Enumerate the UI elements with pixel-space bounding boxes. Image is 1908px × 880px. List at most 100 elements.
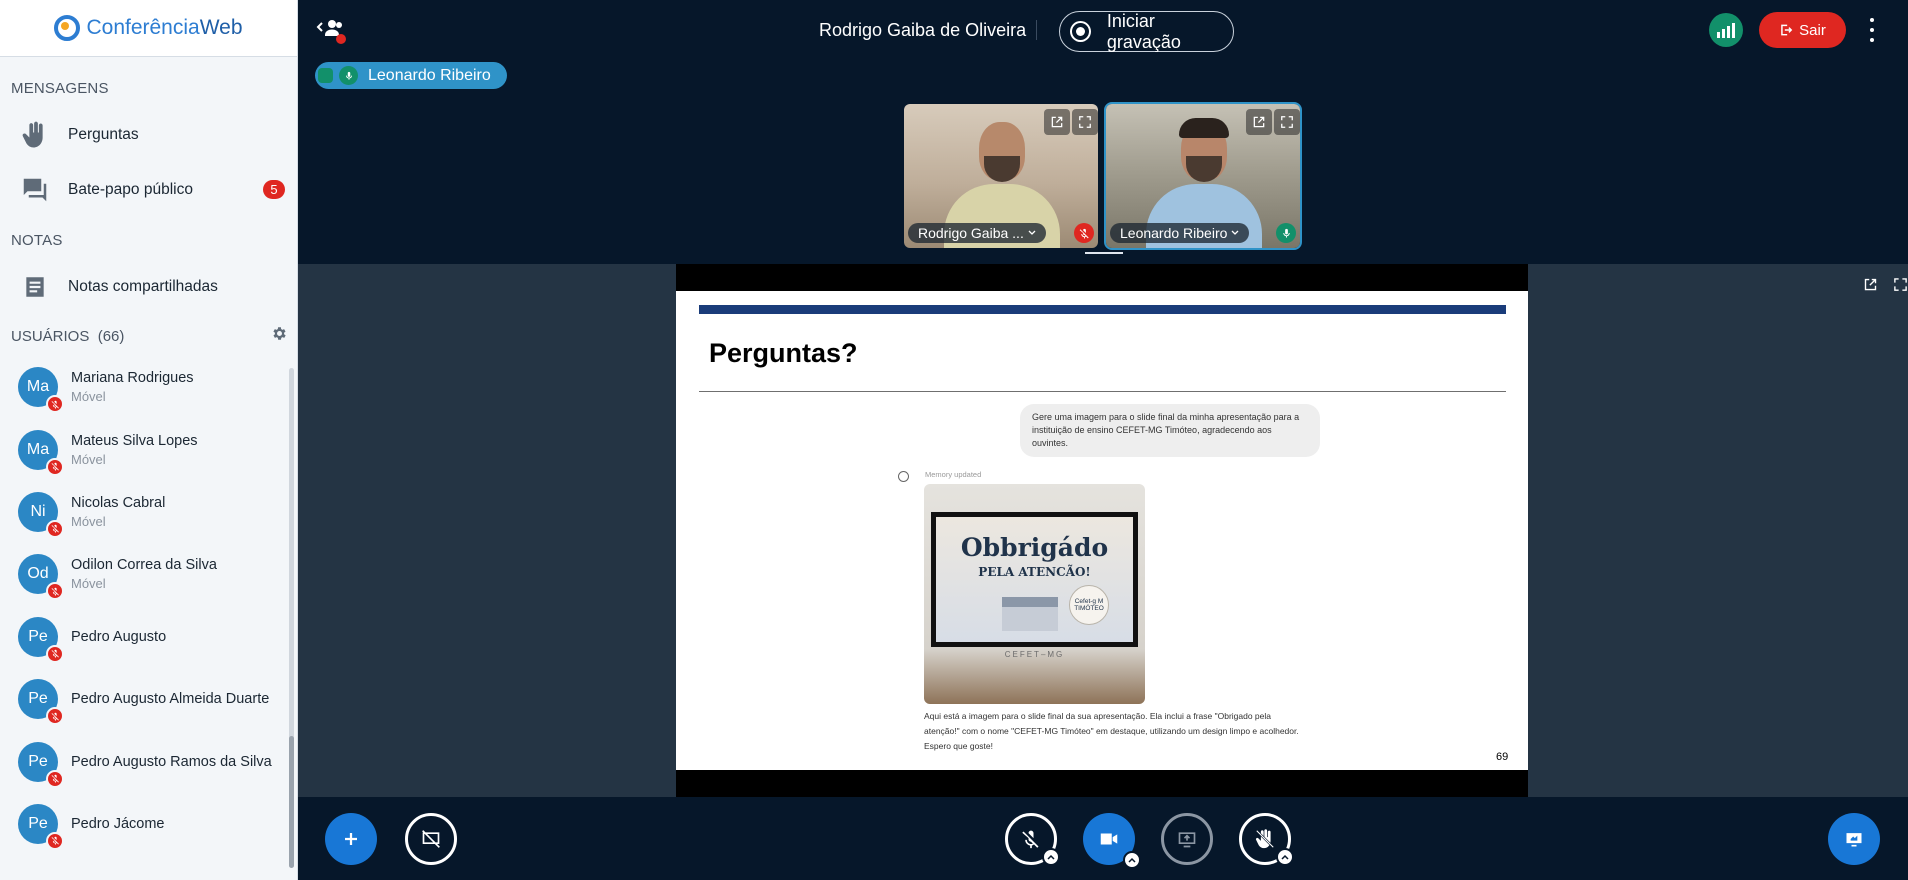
image-subtitle: PELA ATENCÃO! <box>978 565 1091 579</box>
user-list-item[interactable]: Ma Mariana Rodrigues Móvel <box>0 356 297 418</box>
fullscreen-icon <box>1281 116 1293 128</box>
share-screen-button[interactable] <box>1161 813 1213 865</box>
chevron-down-icon <box>1028 230 1036 235</box>
raise-hand-button[interactable] <box>1239 813 1294 866</box>
gear-icon[interactable] <box>271 325 288 347</box>
fullscreen-icon <box>1079 116 1091 128</box>
user-list-item[interactable]: Od Odilon Correa da Silva Móvel <box>0 543 297 605</box>
exit-button[interactable]: Sair <box>1759 12 1846 48</box>
video-camera-icon <box>1100 833 1118 845</box>
image-frame: Obbrigádo PELA ATENCÃO! Cefet-g M TIMÓTE… <box>931 512 1138 647</box>
chevron-up-icon[interactable] <box>1123 851 1141 869</box>
video-user-label[interactable]: Rodrigo Gaiba ... <box>908 223 1046 243</box>
fullscreen-button[interactable] <box>1274 109 1300 135</box>
user-list-item[interactable]: Pe Pedro Augusto <box>0 606 297 668</box>
unmute-button[interactable] <box>1005 813 1060 866</box>
presentation-icon <box>1846 833 1862 847</box>
top-bar: Rodrigo Gaiba de Oliveira Iniciar gravaç… <box>298 0 1908 62</box>
mic-icon <box>339 66 358 85</box>
notes-icon <box>20 272 50 302</box>
user-list-item[interactable]: Pe Pedro Augusto Almeida Duarte <box>0 668 297 730</box>
divider <box>1036 20 1037 40</box>
user-name: Mateus Silva Lopes <box>71 432 198 449</box>
sidebar-item-questions[interactable]: Perguntas <box>0 107 297 162</box>
avatar: Pe <box>18 679 64 726</box>
chevron-up-icon[interactable] <box>1042 848 1060 866</box>
muted-mic-icon <box>1074 223 1094 243</box>
presentation-off-icon <box>422 830 440 848</box>
sidebar-item-public-chat[interactable]: Bate-papo público 5 <box>0 162 297 217</box>
slide-divider <box>699 391 1506 392</box>
user-name: Pedro Jácome <box>71 815 165 832</box>
bottom-bar <box>298 797 1908 880</box>
sidebar-item-label: Notas compartilhadas <box>68 277 218 295</box>
muted-mic-icon <box>46 707 64 726</box>
popout-presentation-button[interactable] <box>1858 272 1882 296</box>
hide-presentation-button[interactable] <box>405 813 457 865</box>
image-title: Obbrigádo <box>960 533 1109 562</box>
muted-mic-icon <box>46 519 64 538</box>
plus-icon <box>345 833 357 845</box>
muted-mic-icon <box>46 582 64 601</box>
image-canvas: Obbrigádo PELA ATENCÃO! Cefet-g M TIMÓTE… <box>936 517 1133 642</box>
popout-button[interactable] <box>1246 109 1272 135</box>
talking-user-name: Leonardo Ribeiro <box>368 66 491 84</box>
popout-icon <box>1253 116 1265 128</box>
slide-page-number: 69 <box>1496 751 1509 763</box>
image-stamp: CEFET–MG <box>1004 650 1065 659</box>
camera-button[interactable] <box>1083 813 1141 869</box>
avatar: Pe <box>18 616 64 663</box>
fullscreen-button[interactable] <box>1072 109 1098 135</box>
image-caption: Aqui está a imagem para o slide final da… <box>924 711 1299 751</box>
popout-icon <box>1864 278 1876 290</box>
presentation-area: Perguntas? Gere uma imagem para o slide … <box>298 264 1908 797</box>
memory-status: Memory updated <box>925 470 982 479</box>
more-options-button[interactable] <box>1866 18 1878 42</box>
notification-dot <box>336 34 346 44</box>
slide-canvas: Perguntas? Gere uma imagem para o slide … <box>676 291 1528 770</box>
mic-icon <box>1276 223 1296 243</box>
video-resize-handle[interactable] <box>1085 252 1123 254</box>
assistant-icon <box>898 471 909 482</box>
talking-indicator[interactable]: Leonardo Ribeiro <box>315 62 507 89</box>
fullscreen-presentation-button[interactable] <box>1888 272 1908 296</box>
muted-mic-icon <box>46 644 64 663</box>
actions-button[interactable] <box>325 813 377 865</box>
popout-button[interactable] <box>1044 109 1070 135</box>
person-hair <box>1179 118 1229 138</box>
sidebar: ConferênciaWeb MENSAGENS Perguntas Bate-… <box>0 0 298 880</box>
raised-hand-icon <box>20 120 50 150</box>
sidebar-item-shared-notes[interactable]: Notas compartilhadas <box>0 259 297 314</box>
slide-header-bar <box>699 305 1506 314</box>
video-user-label[interactable]: Leonardo Ribeiro <box>1110 223 1250 243</box>
popout-icon <box>1051 116 1063 128</box>
connection-status-button[interactable] <box>1709 13 1743 47</box>
video-tile[interactable]: Leonardo Ribeiro <box>1104 102 1302 250</box>
user-list-item[interactable]: Pe Pedro Jácome <box>0 793 297 855</box>
school-building-illustration <box>1002 597 1058 631</box>
restore-presentation-button[interactable] <box>1828 813 1880 865</box>
avatar: Ma <box>18 429 64 476</box>
avatar: Pe <box>18 803 64 850</box>
fullscreen-icon <box>1893 277 1907 291</box>
video-tile[interactable]: Rodrigo Gaiba ... <box>902 102 1100 250</box>
sidebar-item-label: Bate-papo público <box>68 180 193 198</box>
user-list-item[interactable]: Ni Nicolas Cabral Móvel <box>0 481 297 543</box>
user-list-item[interactable]: Ma Mateus Silva Lopes Móvel <box>0 418 297 480</box>
logout-icon <box>1781 24 1793 36</box>
chevron-up-icon[interactable] <box>1276 848 1294 866</box>
start-recording-button[interactable]: Iniciar gravação <box>1059 11 1234 52</box>
screen-share-icon <box>1178 832 1196 848</box>
user-device: Móvel <box>71 513 106 529</box>
toggle-user-list-button[interactable] <box>316 18 346 44</box>
user-list-item[interactable]: Pe Pedro Augusto Ramos da Silva <box>0 730 297 792</box>
sidebar-scrollbar[interactable] <box>289 368 294 868</box>
muted-mic-icon <box>1022 830 1039 849</box>
sidebar-item-label: Perguntas <box>68 125 139 143</box>
scrollbar-thumb[interactable] <box>289 736 294 868</box>
unread-badge: 5 <box>263 180 285 199</box>
chevron-down-icon <box>1231 230 1239 235</box>
presentation-slide: Perguntas? Gere uma imagem para o slide … <box>676 264 1528 797</box>
exit-label: Sair <box>1799 21 1826 39</box>
user-device: Móvel <box>71 451 106 467</box>
